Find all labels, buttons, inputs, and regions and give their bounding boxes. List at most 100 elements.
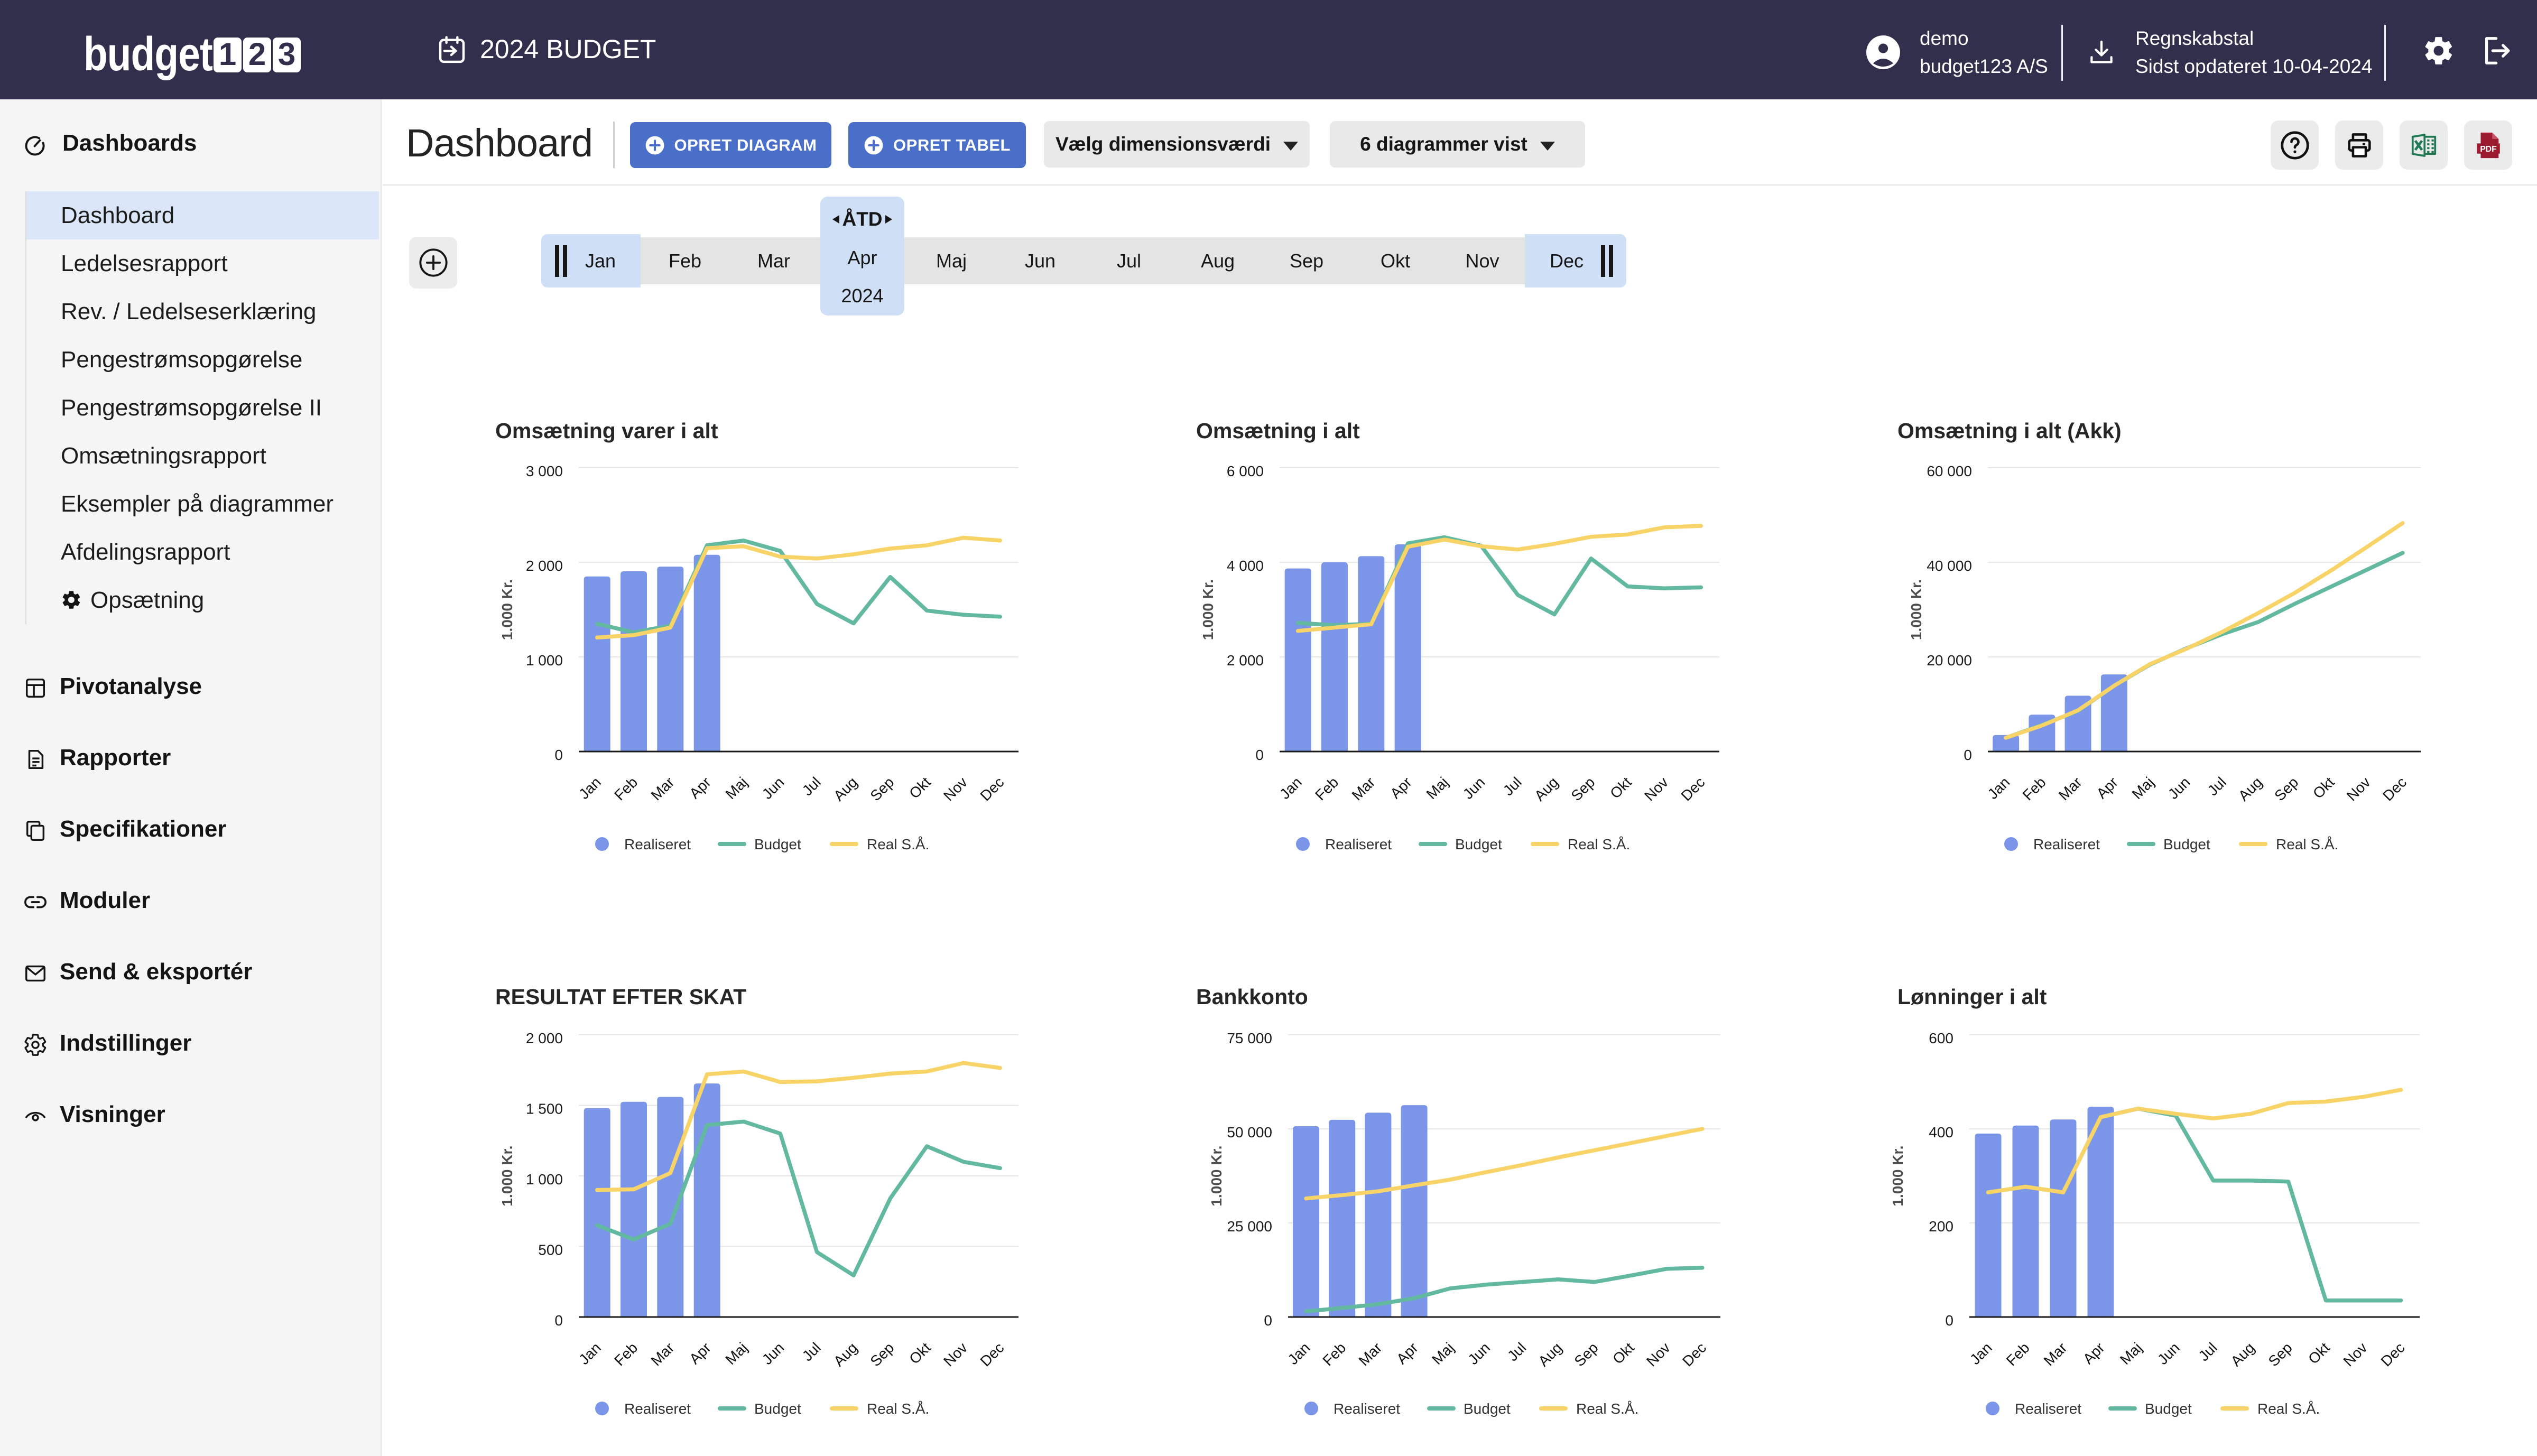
svg-text:Feb: Feb — [2003, 1339, 2033, 1369]
svg-text:RESULTAT EFTER SKAT: RESULTAT EFTER SKAT — [495, 985, 746, 1009]
svg-text:Sep: Sep — [1568, 774, 1598, 804]
svg-text:Realiseret: Realiseret — [2015, 1401, 2081, 1417]
svg-text:Lønninger i alt: Lønninger i alt — [1897, 985, 2047, 1009]
svg-text:Jul: Jul — [2205, 774, 2229, 799]
svg-text:60 000: 60 000 — [1927, 463, 1972, 479]
svg-text:Mar: Mar — [648, 774, 678, 803]
svg-text:Maj: Maj — [1429, 1339, 1457, 1368]
svg-text:Realiseret: Realiseret — [2033, 836, 2100, 852]
svg-text:Mar: Mar — [1356, 1339, 1385, 1369]
svg-text:Nov: Nov — [1643, 1339, 1673, 1369]
svg-text:Omsætning i alt (Akk): Omsætning i alt (Akk) — [1897, 419, 2122, 443]
svg-text:3 000: 3 000 — [526, 463, 563, 479]
svg-text:Jan: Jan — [576, 1339, 604, 1368]
svg-text:Maj: Maj — [722, 1339, 751, 1368]
svg-text:Feb: Feb — [611, 1339, 641, 1369]
svg-text:Budget: Budget — [2145, 1401, 2192, 1417]
svg-text:Nov: Nov — [940, 1339, 970, 1369]
svg-text:Realiseret: Realiseret — [624, 1401, 691, 1417]
svg-text:Real S.Å.: Real S.Å. — [1576, 1401, 1638, 1417]
svg-text:Maj: Maj — [1423, 774, 1451, 802]
svg-text:Nov: Nov — [940, 774, 970, 804]
svg-text:Jul: Jul — [2196, 1339, 2220, 1364]
svg-text:Real S.Å.: Real S.Å. — [2257, 1401, 2320, 1417]
svg-text:Nov: Nov — [2340, 1339, 2371, 1369]
svg-text:1.000 Kr.: 1.000 Kr. — [1208, 1145, 1225, 1206]
svg-text:Apr: Apr — [2093, 774, 2121, 802]
svg-text:Real S.Å.: Real S.Å. — [867, 836, 929, 852]
svg-text:Feb: Feb — [1312, 774, 1341, 803]
svg-text:Jul: Jul — [1500, 774, 1525, 799]
svg-text:Aug: Aug — [1535, 1339, 1565, 1369]
svg-text:20 000: 20 000 — [1927, 652, 1972, 669]
svg-text:Dec: Dec — [1678, 774, 1708, 804]
svg-text:Feb: Feb — [2020, 774, 2049, 803]
svg-text:Mar: Mar — [2041, 1339, 2070, 1369]
svg-text:Budget: Budget — [2163, 836, 2210, 852]
svg-text:1 000: 1 000 — [526, 1171, 563, 1188]
svg-text:Jun: Jun — [1465, 1339, 1493, 1368]
svg-text:1.000 Kr.: 1.000 Kr. — [499, 1145, 515, 1206]
svg-text:Omsætning i alt: Omsætning i alt — [1196, 419, 1360, 443]
svg-text:Budget: Budget — [754, 1401, 801, 1417]
svg-text:Maj: Maj — [2129, 774, 2158, 802]
svg-text:200: 200 — [1929, 1218, 1953, 1235]
svg-text:50 000: 50 000 — [1227, 1124, 1272, 1140]
svg-text:Sep: Sep — [867, 1339, 897, 1369]
svg-text:1.000 Kr.: 1.000 Kr. — [1890, 1145, 1906, 1206]
svg-text:Jan: Jan — [1284, 1339, 1313, 1368]
svg-text:Aug: Aug — [830, 774, 860, 804]
svg-text:4 000: 4 000 — [1227, 558, 1264, 574]
svg-text:Jun: Jun — [759, 774, 788, 802]
svg-text:0: 0 — [554, 747, 563, 763]
svg-text:Maj: Maj — [722, 774, 751, 802]
svg-text:Jul: Jul — [1504, 1339, 1529, 1364]
svg-text:Jul: Jul — [799, 1339, 824, 1364]
svg-text:Jun: Jun — [2165, 774, 2193, 802]
svg-text:1.000 Kr.: 1.000 Kr. — [1200, 579, 1216, 640]
svg-text:Dec: Dec — [2378, 1339, 2408, 1369]
svg-text:Budget: Budget — [754, 836, 801, 852]
svg-text:2 000: 2 000 — [1227, 652, 1264, 669]
svg-text:Dec: Dec — [977, 774, 1007, 804]
svg-text:75 000: 75 000 — [1227, 1030, 1272, 1046]
svg-text:0: 0 — [1945, 1312, 1953, 1329]
svg-text:Sep: Sep — [2271, 774, 2301, 804]
svg-text:1.000 Kr.: 1.000 Kr. — [1908, 579, 1924, 640]
svg-text:2 000: 2 000 — [526, 558, 563, 574]
svg-text:Budget: Budget — [1464, 1401, 1511, 1417]
svg-text:Jan: Jan — [1276, 774, 1305, 802]
svg-text:Mar: Mar — [1349, 774, 1378, 803]
svg-text:Mar: Mar — [2055, 774, 2085, 803]
svg-text:40 000: 40 000 — [1927, 558, 1972, 574]
svg-text:Aug: Aug — [2235, 774, 2265, 804]
svg-text:Realiseret: Realiseret — [624, 836, 691, 852]
svg-text:Real S.Å.: Real S.Å. — [1568, 836, 1630, 852]
svg-text:Apr: Apr — [1393, 1339, 1421, 1367]
svg-text:Apr: Apr — [686, 774, 714, 802]
svg-text:Jan: Jan — [576, 774, 604, 802]
svg-text:Jul: Jul — [799, 774, 824, 799]
svg-text:Okt: Okt — [2305, 1339, 2333, 1367]
svg-text:2 000: 2 000 — [526, 1030, 563, 1046]
svg-text:Jun: Jun — [1460, 774, 1488, 802]
svg-text:Jan: Jan — [1984, 774, 2013, 802]
svg-text:Jun: Jun — [2154, 1339, 2183, 1368]
svg-text:PDF: PDF — [2480, 145, 2497, 154]
svg-text:Sep: Sep — [867, 774, 897, 804]
svg-text:Okt: Okt — [2310, 774, 2338, 802]
svg-text:Real S.Å.: Real S.Å. — [2276, 836, 2338, 852]
svg-text:0: 0 — [1964, 747, 1972, 763]
svg-text:Aug: Aug — [1531, 774, 1561, 804]
svg-text:Apr: Apr — [2080, 1339, 2108, 1367]
svg-text:6 000: 6 000 — [1227, 463, 1264, 479]
svg-text:500: 500 — [538, 1242, 563, 1258]
svg-text:Dec: Dec — [2379, 774, 2410, 804]
svg-text:Realiseret: Realiseret — [1325, 836, 1392, 852]
svg-text:Nov: Nov — [2344, 774, 2374, 804]
svg-text:Bankkonto: Bankkonto — [1196, 985, 1308, 1009]
svg-text:Okt: Okt — [906, 1339, 934, 1367]
svg-text:600: 600 — [1929, 1030, 1953, 1046]
svg-text:0: 0 — [1264, 1312, 1272, 1329]
svg-text:Omsætning varer i alt: Omsætning varer i alt — [495, 419, 718, 443]
